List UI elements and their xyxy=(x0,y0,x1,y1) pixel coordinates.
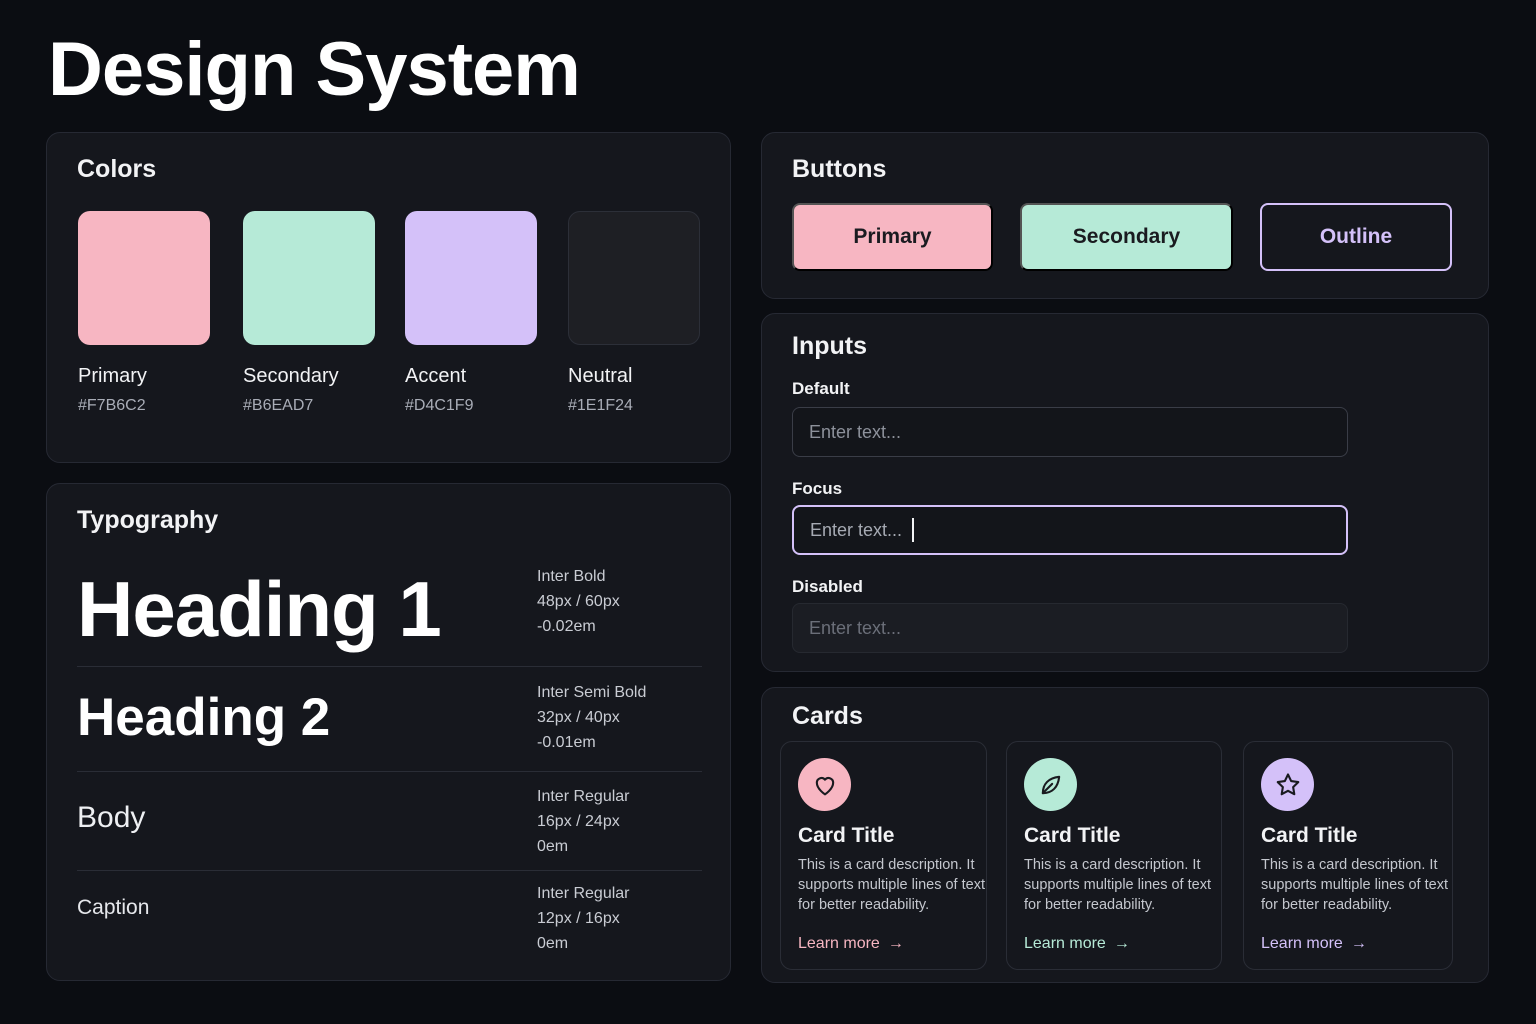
meta-tracking: -0.01em xyxy=(537,734,596,751)
input-placeholder: Enter text... xyxy=(809,617,902,638)
caption-meta: Inter Regular 12px / 16px 0em xyxy=(537,881,630,956)
type-row-caption: Caption Inter Regular 12px / 16px 0em xyxy=(77,881,702,967)
card-description: This is a card description. It supports … xyxy=(798,857,985,913)
color-neutral: Neutral #1E1F24 xyxy=(568,211,702,415)
type-row-heading-2: Heading 2 Inter Semi Bold 32px / 40px -0… xyxy=(77,680,702,770)
swatch-hex: #B6EAD7 xyxy=(243,397,314,414)
card[interactable]: Card Title This is a card description. I… xyxy=(780,741,987,970)
outline-button[interactable]: Outline xyxy=(1260,203,1452,271)
colors-panel: Colors Primary #F7B6C2 Secondary #B6EAD7… xyxy=(46,132,731,463)
heading-2-meta: Inter Semi Bold 32px / 40px -0.01em xyxy=(537,680,646,755)
card[interactable]: Card Title This is a card description. I… xyxy=(1006,741,1222,970)
heading-1-sample: Heading 1 xyxy=(77,565,442,653)
meta-font: Inter Regular xyxy=(537,885,630,902)
swatch-name: Secondary xyxy=(243,365,339,387)
meta-size: 48px / 60px xyxy=(537,593,620,610)
buttons-title: Buttons xyxy=(792,155,887,183)
heart-icon xyxy=(798,758,851,811)
divider xyxy=(77,870,702,871)
swatch-name: Primary xyxy=(78,365,147,387)
focus-input[interactable]: Enter text... xyxy=(792,505,1348,555)
primary-button[interactable]: Primary xyxy=(792,203,993,271)
swatch-hex: #F7B6C2 xyxy=(78,397,146,414)
type-row-heading-1: Heading 1 Inter Bold 48px / 60px -0.02em xyxy=(77,562,702,666)
swatch-neutral[interactable] xyxy=(568,211,700,345)
learn-more-link[interactable]: Learn more → xyxy=(1261,935,1367,953)
meta-font: Inter Regular xyxy=(537,788,630,805)
star-icon xyxy=(1261,758,1314,811)
input-label-default: Default xyxy=(792,379,850,398)
meta-size: 16px / 24px xyxy=(537,813,620,830)
disabled-input: Enter text... xyxy=(792,603,1348,653)
swatch-hex: #D4C1F9 xyxy=(405,397,474,414)
meta-tracking: -0.02em xyxy=(537,618,596,635)
card-title: Card Title xyxy=(1261,824,1358,847)
body-meta: Inter Regular 16px / 24px 0em xyxy=(537,784,630,859)
cards-title: Cards xyxy=(792,702,863,730)
arrow-right-icon: → xyxy=(1350,935,1367,952)
buttons-panel: Buttons Primary Secondary Outline xyxy=(761,132,1489,299)
link-label: Learn more xyxy=(1024,935,1106,952)
meta-size: 32px / 40px xyxy=(537,709,620,726)
caption-sample: Caption xyxy=(77,896,150,919)
cards-panel: Cards Card Title This is a card descript… xyxy=(761,687,1489,983)
swatch-name: Accent xyxy=(405,365,467,387)
card[interactable]: Card Title This is a card description. I… xyxy=(1243,741,1453,970)
input-placeholder: Enter text... xyxy=(809,421,902,442)
inputs-title: Inputs xyxy=(792,332,867,360)
inputs-panel: Inputs Default Enter text... Focus Enter… xyxy=(761,313,1489,672)
meta-tracking: 0em xyxy=(537,935,569,952)
swatch-accent[interactable] xyxy=(405,211,537,345)
card-title: Card Title xyxy=(1024,824,1121,847)
page-title: Design System xyxy=(48,27,581,112)
heading-1-meta: Inter Bold 48px / 60px -0.02em xyxy=(537,564,620,639)
body-sample: Body xyxy=(77,801,146,834)
swatch-primary[interactable] xyxy=(78,211,210,345)
typography-title: Typography xyxy=(77,506,219,534)
meta-font: Inter Bold xyxy=(537,568,606,585)
type-row-body: Body Inter Regular 16px / 24px 0em xyxy=(77,784,702,870)
colors-title: Colors xyxy=(77,155,157,183)
text-caret xyxy=(912,518,915,542)
meta-tracking: 0em xyxy=(537,838,569,855)
divider xyxy=(77,666,702,667)
card-description: This is a card description. It supports … xyxy=(1261,857,1448,913)
leaf-icon xyxy=(1024,758,1077,811)
color-accent: Accent #D4C1F9 xyxy=(405,211,539,415)
swatch-secondary[interactable] xyxy=(243,211,375,345)
link-label: Learn more xyxy=(1261,935,1343,952)
learn-more-link[interactable]: Learn more → xyxy=(1024,935,1130,953)
learn-more-link[interactable]: Learn more → xyxy=(798,935,904,953)
arrow-right-icon: → xyxy=(887,935,904,952)
heading-2-sample: Heading 2 xyxy=(77,688,331,747)
swatch-hex: #1E1F24 xyxy=(568,397,633,414)
card-description: This is a card description. It supports … xyxy=(1024,857,1211,913)
link-label: Learn more xyxy=(798,935,880,952)
input-label-disabled: Disabled xyxy=(792,577,863,596)
input-label-focus: Focus xyxy=(792,479,843,498)
meta-font: Inter Semi Bold xyxy=(537,684,647,701)
input-placeholder: Enter text... xyxy=(810,519,903,540)
meta-size: 12px / 16px xyxy=(537,910,620,927)
card-title: Card Title xyxy=(798,824,895,847)
typography-panel: Typography Heading 1 Inter Bold 48px / 6… xyxy=(46,483,731,981)
color-secondary: Secondary #B6EAD7 xyxy=(243,211,377,415)
secondary-button[interactable]: Secondary xyxy=(1020,203,1233,271)
swatch-name: Neutral xyxy=(568,365,633,387)
arrow-right-icon: → xyxy=(1113,935,1130,952)
divider xyxy=(77,771,702,772)
color-primary: Primary #F7B6C2 xyxy=(78,211,212,415)
default-input[interactable]: Enter text... xyxy=(792,407,1348,457)
